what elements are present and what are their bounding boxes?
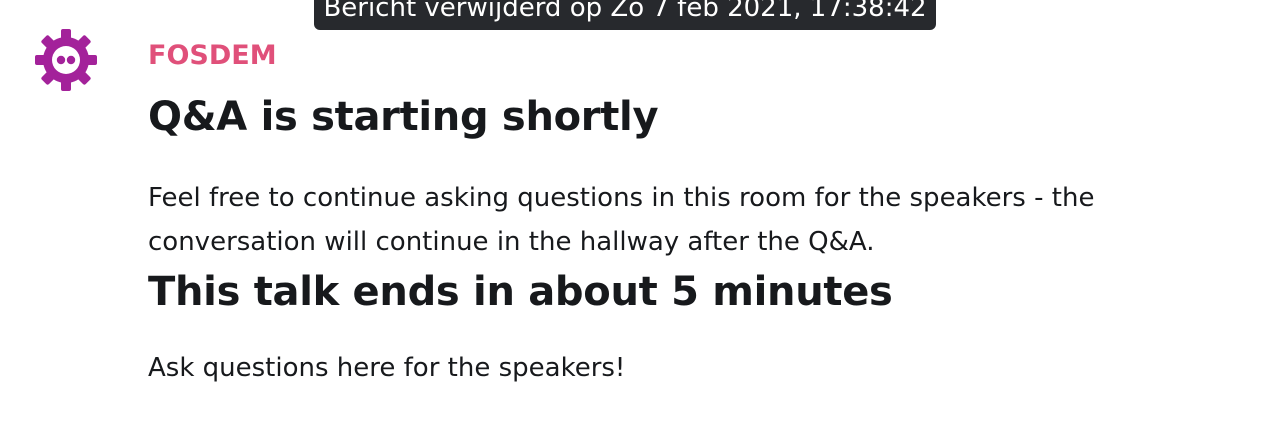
message-heading-qa: Q&A is starting shortly xyxy=(148,94,659,140)
sender-name[interactable]: FOSDEM xyxy=(148,40,277,71)
message-heading-talk-end: This talk ends in about 5 minutes xyxy=(148,269,893,315)
fosdem-avatar-icon[interactable] xyxy=(35,29,97,91)
message-paragraph-qa: Feel free to continue asking questions i… xyxy=(148,183,1095,257)
deleted-message-tooltip: Bericht verwijderd op Zo 7 feb 2021, 17:… xyxy=(314,0,936,30)
message-body: Q&A is starting shortly Feel free to con… xyxy=(148,90,1188,390)
message-paragraph-ask: Ask questions here for the speakers! xyxy=(148,353,626,383)
